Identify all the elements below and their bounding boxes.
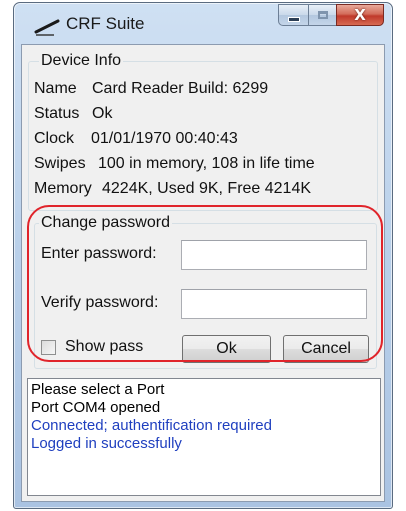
info-key: Status bbox=[34, 105, 80, 122]
change-password-group: Change password Enter password: Verify p… bbox=[34, 214, 377, 369]
info-value: 100 in memory, 108 in life time bbox=[98, 155, 315, 172]
info-value: Card Reader Build: 6299 bbox=[92, 80, 269, 97]
pen-icon bbox=[34, 19, 60, 36]
enter-password-label: Enter password: bbox=[41, 245, 157, 262]
verify-password-input[interactable] bbox=[181, 289, 367, 319]
verify-password-label: Verify password: bbox=[41, 294, 159, 311]
client-area: Device Info Name Card Reader Build: 6299… bbox=[21, 44, 385, 502]
device-info-title: Device Info bbox=[39, 52, 124, 70]
device-info-group: Device Info Name Card Reader Build: 6299… bbox=[28, 52, 378, 211]
info-row-memory: Memory 4224K, Used 9K, Free 4214K bbox=[34, 180, 311, 198]
info-value: Ok bbox=[92, 105, 113, 122]
cancel-button[interactable]: Cancel bbox=[283, 335, 369, 363]
info-key: Clock bbox=[34, 130, 75, 147]
maximize-button[interactable] bbox=[308, 4, 336, 26]
log-line: Logged in successfully bbox=[31, 435, 182, 452]
info-row-clock: Clock 01/01/1970 00:40:43 bbox=[34, 130, 238, 148]
info-row-name: Name Card Reader Build: 6299 bbox=[34, 80, 268, 98]
minimize-button[interactable] bbox=[278, 4, 308, 26]
log-box[interactable]: Please select a Port Port COM4 opened Co… bbox=[27, 378, 381, 496]
caption-buttons: X bbox=[278, 4, 384, 26]
info-row-status: Status Ok bbox=[34, 105, 112, 123]
app-window: CRF Suite X Device Info Name Card Reader… bbox=[13, 2, 393, 509]
close-button[interactable]: X bbox=[336, 4, 384, 26]
change-password-title: Change password bbox=[39, 214, 172, 232]
window-title: CRF Suite bbox=[66, 14, 145, 33]
log-line: Connected; authentification required bbox=[31, 417, 272, 434]
show-pass-label: Show pass bbox=[65, 338, 144, 355]
enter-password-input[interactable] bbox=[181, 240, 367, 270]
info-value: 4224K, Used 9K, Free 4214K bbox=[102, 180, 312, 197]
show-pass-checkbox[interactable]: Show pass bbox=[41, 338, 143, 356]
log-line: Port COM4 opened bbox=[31, 399, 161, 416]
show-pass-checkbox-box[interactable] bbox=[41, 339, 56, 355]
info-key: Swipes bbox=[34, 155, 86, 172]
ok-button[interactable]: Ok bbox=[182, 335, 271, 363]
title-bar[interactable]: CRF Suite X bbox=[14, 3, 392, 43]
info-value: 01/01/1970 00:40:43 bbox=[91, 130, 238, 147]
info-key: Memory bbox=[34, 180, 92, 197]
maximize-icon bbox=[317, 11, 328, 19]
info-row-swipes: Swipes 100 in memory, 108 in life time bbox=[34, 155, 315, 173]
minimize-icon bbox=[287, 16, 300, 22]
log-line: Please select a Port bbox=[31, 381, 165, 398]
info-key: Name bbox=[34, 80, 77, 97]
close-icon: X bbox=[354, 6, 366, 24]
